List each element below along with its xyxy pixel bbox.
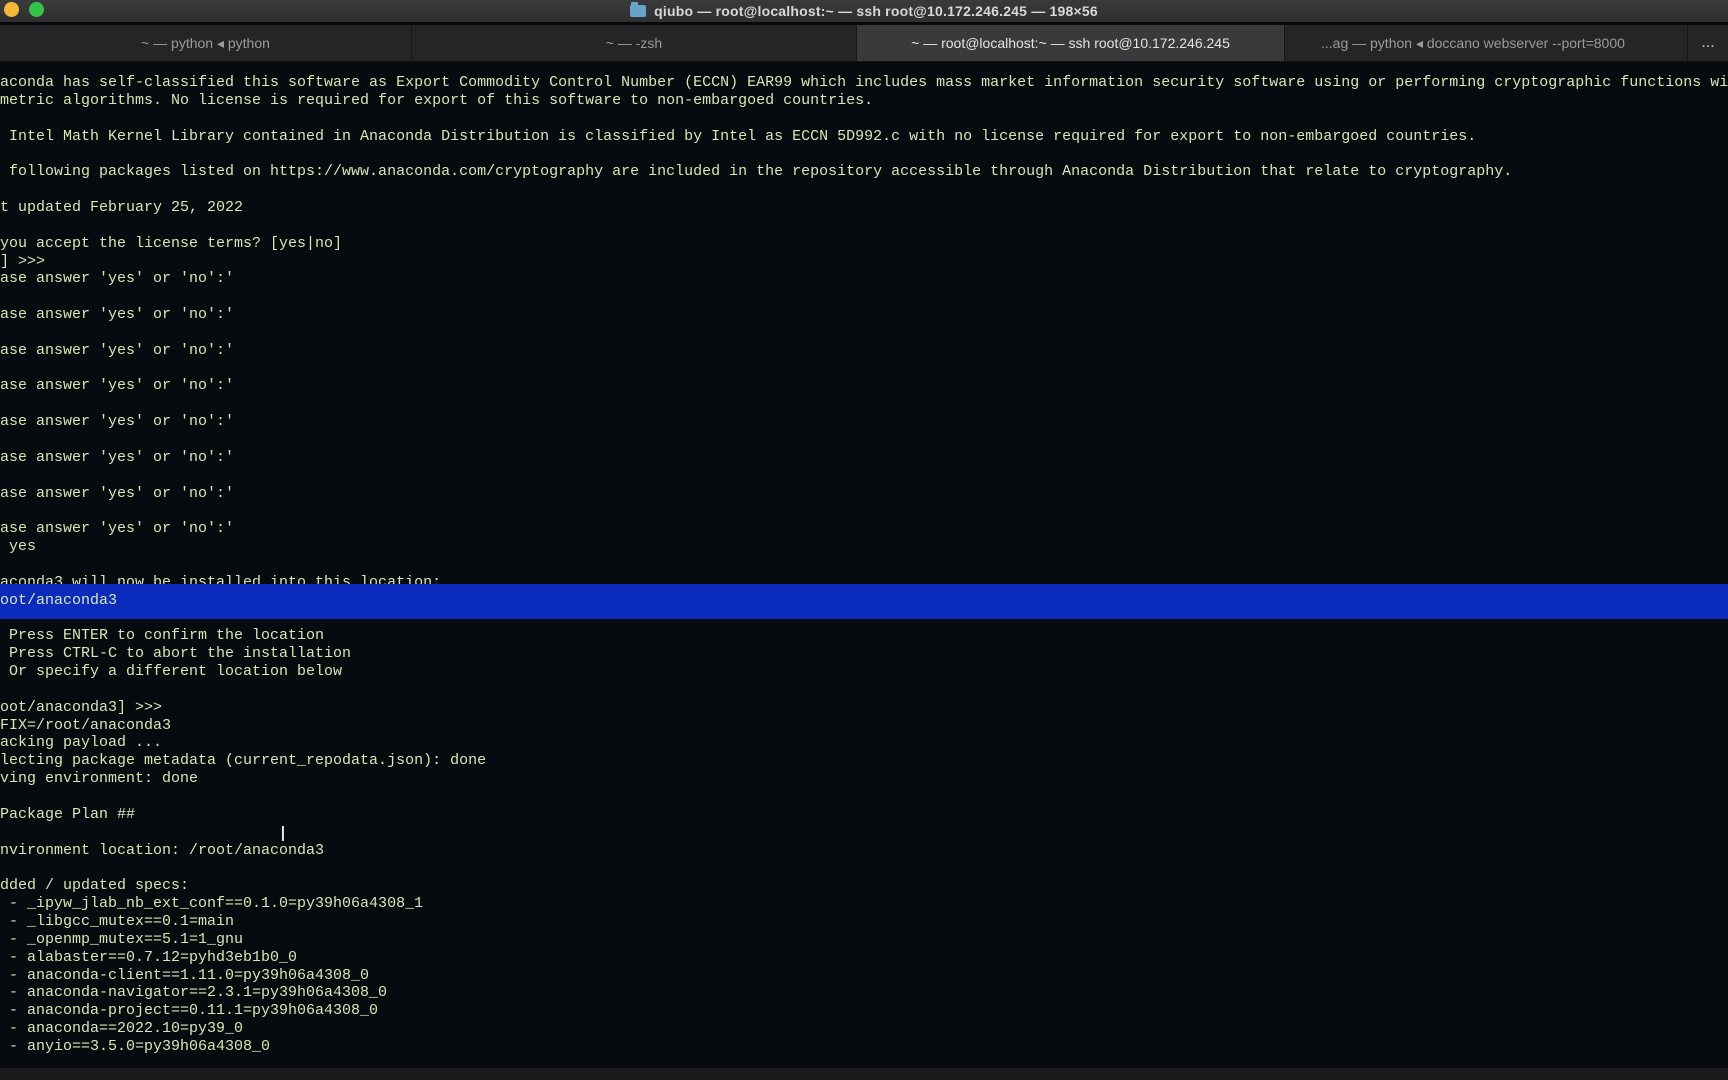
terminal-line: ase answer 'yes' or 'no':' bbox=[0, 484, 235, 502]
terminal-line: following packages listed on https://www… bbox=[0, 163, 1513, 181]
terminal-line: - anaconda-navigator==2.3.1=py39h06a4308… bbox=[0, 984, 388, 1002]
terminal-app-window: qiubo — root@localhost:~ — ssh root@10.1… bbox=[0, 0, 1728, 1080]
terminal-line: - _ipyw_jlab_nb_ext_conf==0.1.0=py39h06a… bbox=[0, 895, 424, 913]
folder-icon bbox=[630, 2, 647, 17]
terminal-line: - anaconda-client==1.11.0=py39h06a4308_0 bbox=[0, 966, 370, 984]
terminal-line: ] >>> bbox=[0, 252, 46, 270]
terminal-line: ase answer 'yes' or 'no':' bbox=[0, 520, 235, 538]
tab-overflow-button[interactable]: ... bbox=[1688, 25, 1728, 61]
terminal-line: ase answer 'yes' or 'no':' bbox=[0, 448, 235, 466]
terminal-line: - anyio==3.5.0=py39h06a4308_0 bbox=[0, 1037, 271, 1055]
minimize-button[interactable] bbox=[4, 2, 19, 17]
terminal-line: ase answer 'yes' or 'no':' bbox=[0, 413, 235, 431]
terminal-line: ase answer 'yes' or 'no':' bbox=[0, 306, 235, 324]
terminal-line: ase answer 'yes' or 'no':' bbox=[0, 377, 235, 395]
terminal-line: metric algorithms. No license is require… bbox=[0, 91, 874, 109]
terminal-line: Package Plan ## bbox=[0, 805, 136, 823]
terminal-line: yes bbox=[0, 538, 37, 556]
terminal-line: lecting package metadata (current_repoda… bbox=[0, 752, 487, 770]
tab-zsh[interactable]: ~ — -zsh bbox=[412, 25, 857, 61]
zoom-button[interactable] bbox=[29, 2, 44, 17]
terminal-line: - anaconda==2022.10=py39_0 bbox=[0, 1020, 244, 1038]
terminal-line: - _libgcc_mutex==0.1=main bbox=[0, 912, 235, 930]
terminal-line: aconda has self-classified this software… bbox=[0, 74, 1728, 91]
terminal-line: Intel Math Kernel Library contained in A… bbox=[0, 127, 1477, 145]
terminal-line: you accept the license terms? [yes|no] bbox=[0, 234, 343, 252]
terminal-line: Or specify a different location below bbox=[0, 663, 343, 681]
terminal-line: nvironment location: /root/anaconda3 bbox=[0, 841, 325, 859]
terminal-line: ase answer 'yes' or 'no':' bbox=[0, 270, 235, 288]
terminal-line: - anaconda-project==0.11.1=py39h06a4308_… bbox=[0, 1002, 379, 1020]
tab-ssh-active[interactable]: ~ — root@localhost:~ — ssh root@10.172.2… bbox=[857, 25, 1285, 61]
tab-label: ~ — root@localhost:~ — ssh root@10.172.2… bbox=[911, 35, 1230, 51]
tab-label: ...ag — python ◂ doccano webserver --por… bbox=[1321, 35, 1625, 51]
tab-label: ~ — -zsh bbox=[605, 35, 663, 51]
terminal-line: ase answer 'yes' or 'no':' bbox=[0, 341, 235, 359]
terminal-line: Press ENTER to confirm the location bbox=[0, 627, 325, 645]
tab-python[interactable]: ~ — python ◂ python bbox=[0, 25, 412, 61]
terminal-line: FIX=/root/anaconda3 bbox=[0, 716, 172, 734]
terminal-line: oot/anaconda3] >>> bbox=[0, 698, 163, 716]
window-title-text: qiubo — root@localhost:~ — ssh root@10.1… bbox=[654, 3, 1098, 19]
terminal-line: oot/anaconda3 bbox=[0, 591, 118, 609]
terminal-output[interactable]: aconda has self-classified this software… bbox=[0, 62, 1728, 1068]
window-bottom-edge bbox=[0, 1068, 1728, 1080]
tab-label: ~ — python ◂ python bbox=[141, 35, 270, 51]
terminal-line: Press CTRL-C to abort the installation bbox=[0, 645, 352, 663]
terminal-line: acking payload ... bbox=[0, 734, 163, 752]
tab-doccano[interactable]: ...ag — python ◂ doccano webserver --por… bbox=[1285, 25, 1688, 61]
terminal-line: - _openmp_mutex==5.1=1_gnu bbox=[0, 930, 244, 948]
selection-highlight bbox=[0, 583, 1728, 619]
terminal-line: t updated February 25, 2022 bbox=[0, 198, 244, 216]
terminal-line: ving environment: done bbox=[0, 770, 199, 788]
terminal-line: - alabaster==0.7.12=pyhd3eb1b0_0 bbox=[0, 948, 298, 966]
terminal-line: dded / updated specs: bbox=[0, 877, 190, 895]
tab-bar: ~ — python ◂ python ~ — -zsh ~ — root@lo… bbox=[0, 25, 1728, 62]
window-titlebar[interactable]: qiubo — root@localhost:~ — ssh root@10.1… bbox=[0, 0, 1728, 22]
window-title: qiubo — root@localhost:~ — ssh root@10.1… bbox=[630, 0, 1098, 22]
